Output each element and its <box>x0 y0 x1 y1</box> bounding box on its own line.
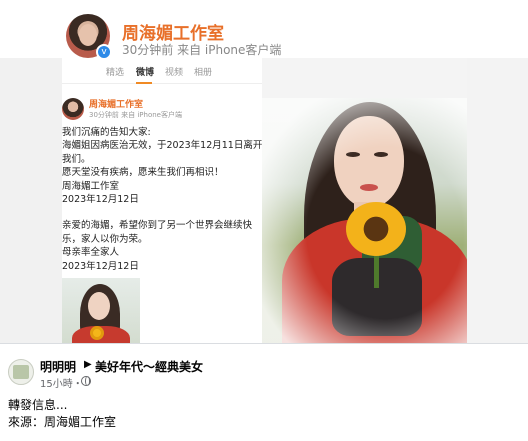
post-meta: 30分钟前 来自 iPhone客户端 <box>122 43 282 57</box>
post-line: 周海媚工作室 <box>62 180 120 192</box>
post-avatar[interactable] <box>62 98 84 120</box>
arrow-right-icon: ▶ <box>84 359 92 370</box>
post-line: 海媚姐因病医治无效，于2023年12月11日离开了 <box>62 140 272 152</box>
tab-weibo[interactable]: 微博 <box>136 65 154 78</box>
portrait-photo[interactable] <box>262 98 467 343</box>
background-panel <box>262 58 467 98</box>
post-line: 2023年12月12日 <box>62 194 139 206</box>
post-line: 我们沉痛的告知大家: <box>62 127 151 138</box>
tab-album[interactable]: 相册 <box>194 65 212 78</box>
background-panel <box>0 58 62 343</box>
post-body: 我们沉痛的告知大家: 海媚姐因病医治无效，于2023年12月11日离开了 我们。… <box>62 126 272 273</box>
post-timestamp[interactable]: 15小時・ <box>40 375 83 390</box>
author-avatar[interactable] <box>8 359 34 385</box>
post-line: 亲爱的海媚，希望你到了另一个世界会继续快 <box>62 220 253 232</box>
post-text: 轉發信息... <box>8 398 68 412</box>
post-line: 乐，家人以你为荣。 <box>62 233 148 245</box>
post-line: 我们。 <box>62 153 91 165</box>
post-meta: 30分钟前 来自 iPhone客户端 <box>89 111 182 119</box>
post-author-name[interactable]: 明明明 <box>40 358 76 375</box>
post-line: 母亲率全家人 <box>62 247 120 259</box>
tab-videos[interactable]: 视频 <box>165 65 183 78</box>
weibo-header: v 周海媚工作室 30分钟前 来自 iPhone客户端 <box>0 0 528 60</box>
post-line: 2023年12月12日 <box>62 260 139 272</box>
post-text: 來源：周海媚工作室 <box>8 415 117 429</box>
post-line-gap <box>62 206 262 219</box>
background-panel <box>467 58 528 343</box>
globe-icon <box>81 376 91 386</box>
weibo-post: 周海媚工作室 30分钟前 来自 iPhone客户端 我们沉痛的告知大家: 海媚姐… <box>62 84 272 344</box>
post-author[interactable]: 周海媚工作室 <box>89 97 143 110</box>
post-thumbnail-image[interactable] <box>62 278 140 344</box>
verified-badge-icon: v <box>96 44 112 60</box>
post-line: 愿天堂没有疾病，愿来生我们再相识！ <box>62 167 224 179</box>
divider <box>0 343 528 344</box>
group-name[interactable]: 美好年代～經典美女 <box>95 358 203 375</box>
profile-tabs: 精选 微博 视频 相册 <box>62 60 262 84</box>
tab-featured[interactable]: 精选 <box>106 65 124 78</box>
